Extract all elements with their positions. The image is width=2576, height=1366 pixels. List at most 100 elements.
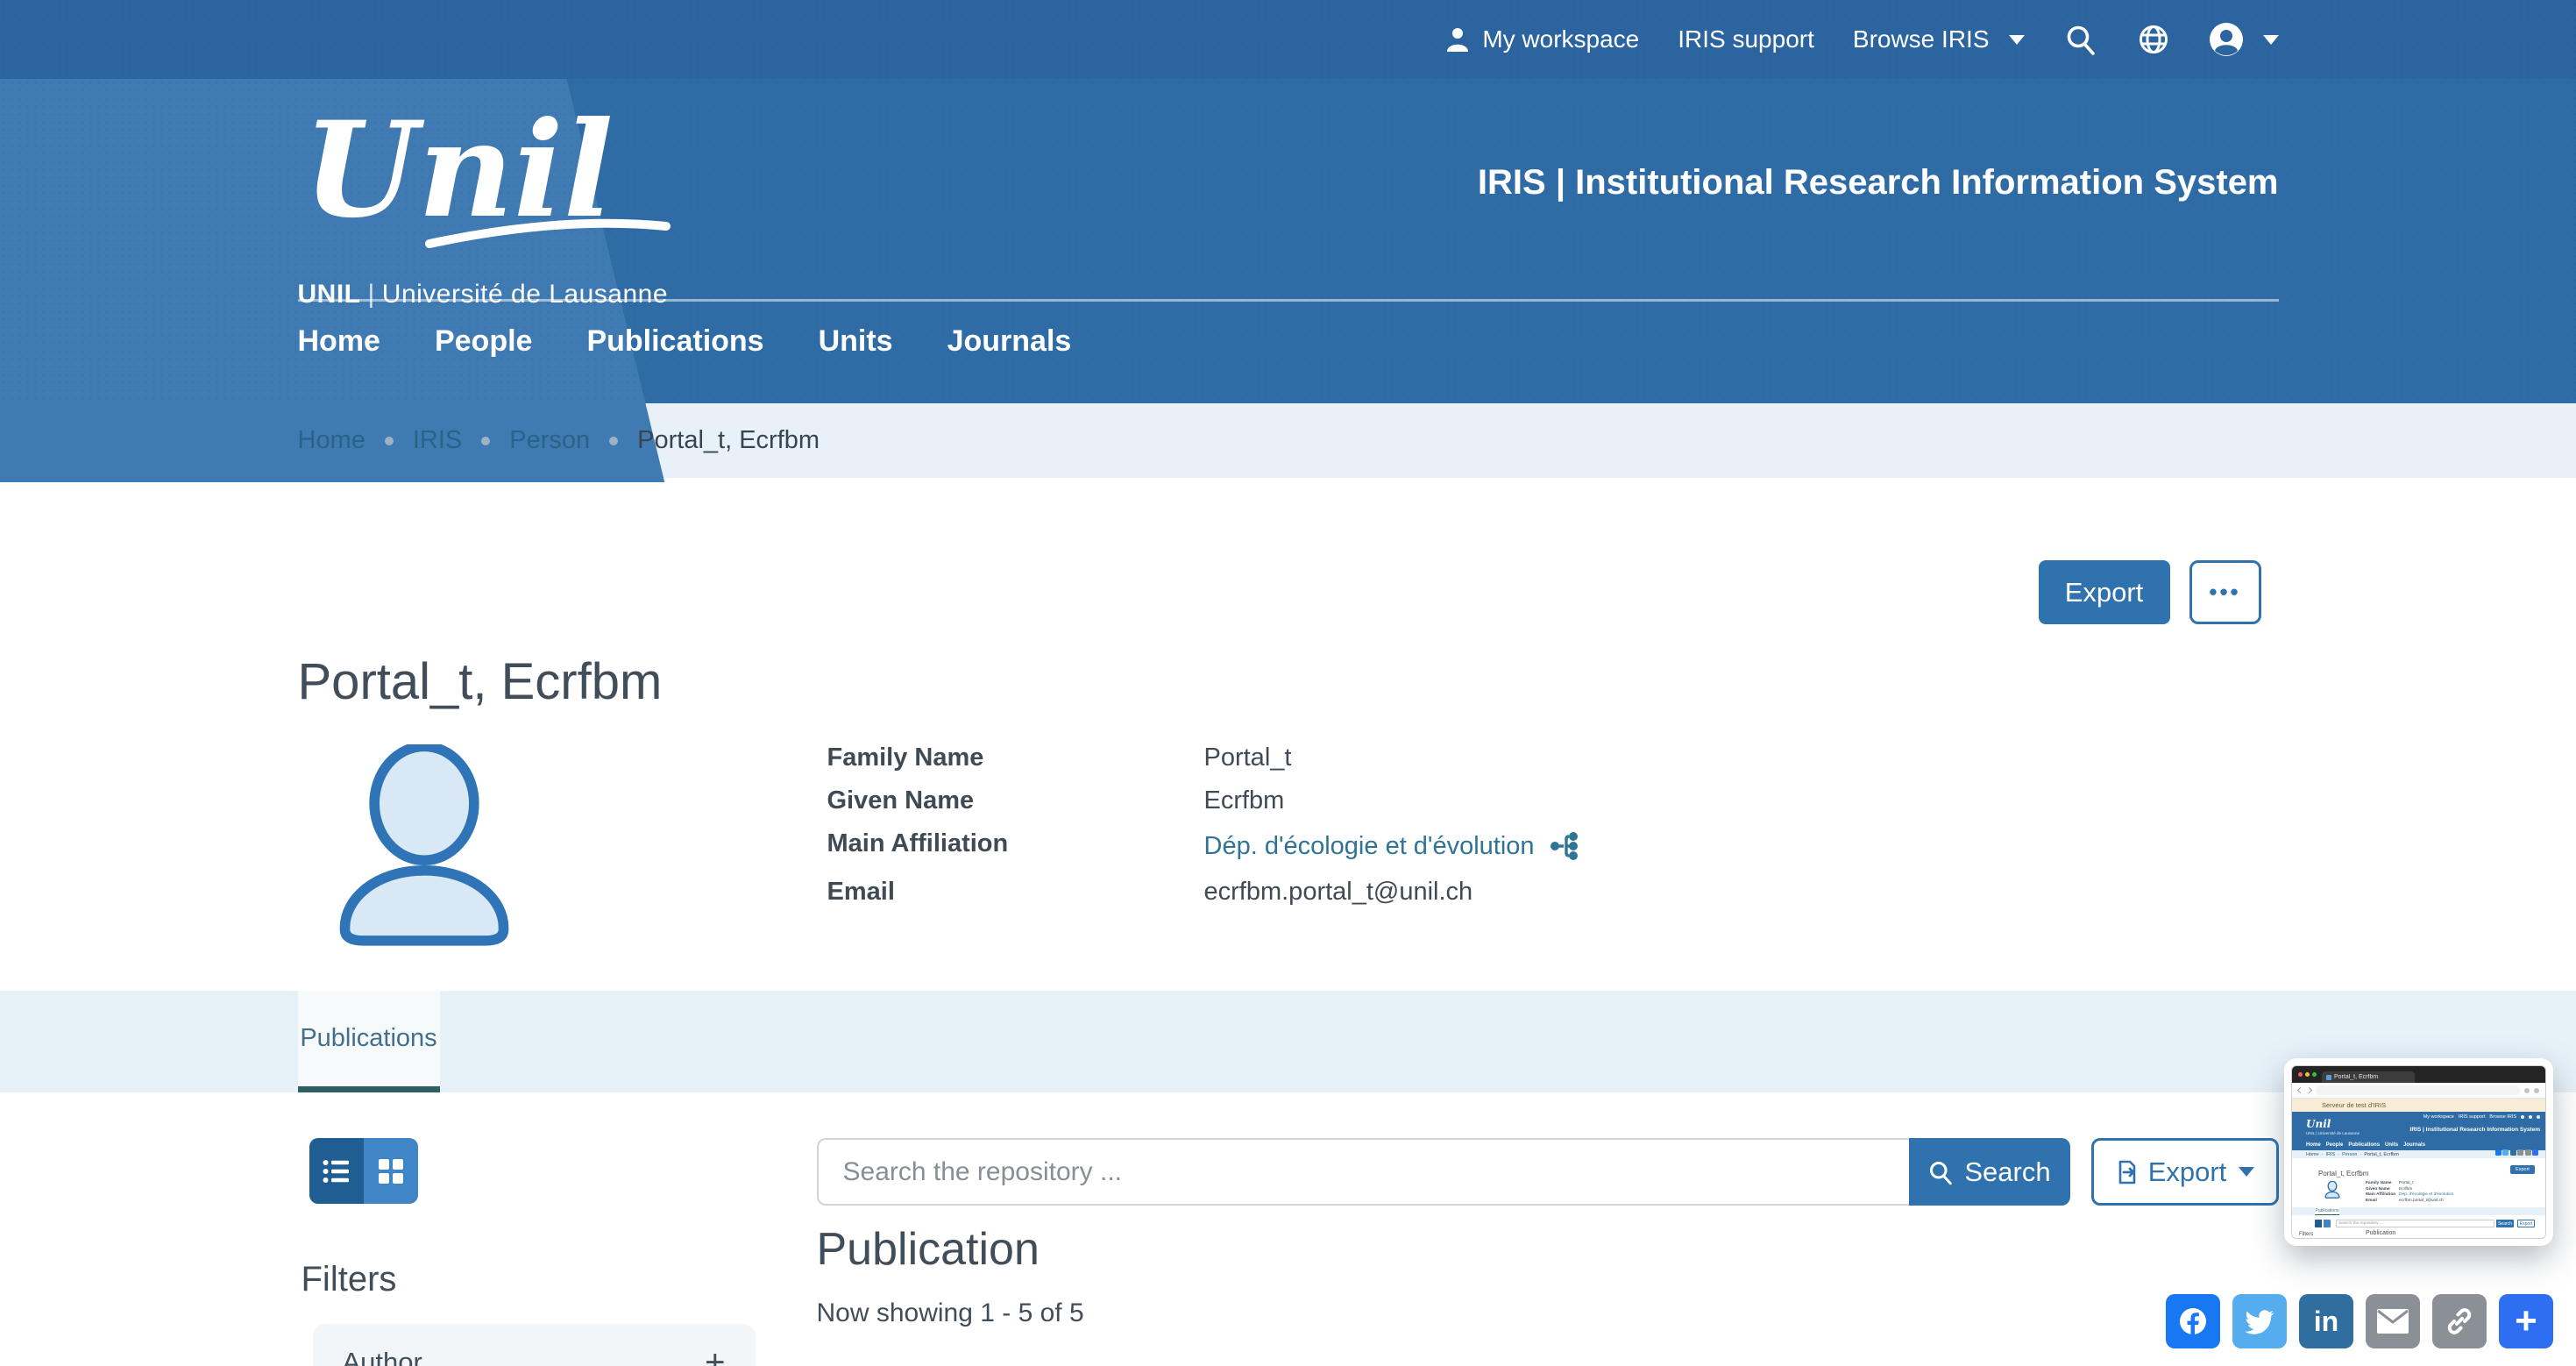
nav-item-units[interactable]: Units	[819, 324, 893, 359]
twitter-share-button[interactable]	[2232, 1294, 2287, 1348]
nav-item-home[interactable]: Home	[298, 324, 380, 359]
back-icon	[2297, 1087, 2303, 1093]
preview-url-bar	[2316, 1085, 2520, 1095]
main-navigation: Home People Publications Units Journals	[298, 324, 1072, 359]
export-button[interactable]: Export	[2039, 560, 2170, 624]
twitter-icon	[2242, 1304, 2277, 1339]
preview-filters: Filters	[2299, 1232, 2313, 1237]
filter-author-toggle[interactable]: Author +	[313, 1324, 756, 1366]
unil-logo-pipe: |	[361, 280, 382, 309]
page-title: Portal_t, Ecrfbm	[298, 652, 2279, 711]
person-avatar-icon	[323, 744, 526, 948]
site-title: IRIS | Institutional Research Informatio…	[1478, 163, 2279, 203]
field-label: Email	[827, 879, 1204, 905]
search-input[interactable]	[817, 1138, 1909, 1206]
list-view-button[interactable]	[309, 1138, 364, 1204]
filters-sidebar: Filters Author +	[298, 1138, 763, 1366]
nav-item-publications[interactable]: Publications	[586, 324, 763, 359]
search-icon	[2063, 22, 2098, 57]
profile-icon	[2534, 1088, 2539, 1093]
search-row: Search Export	[817, 1138, 2279, 1206]
copy-link-share-button[interactable]	[2432, 1294, 2487, 1348]
preview-logo: Unil	[2306, 1119, 2331, 1129]
export-file-icon	[2115, 1159, 2141, 1185]
search-button[interactable]: Search	[1909, 1138, 2070, 1206]
breadcrumb-separator	[481, 437, 490, 445]
filter-label: Author	[343, 1347, 422, 1366]
preview-toolbar	[2292, 1083, 2545, 1099]
link-icon	[2443, 1305, 2476, 1338]
header-divider	[298, 299, 2279, 302]
breadcrumb-home[interactable]: Home	[298, 426, 365, 455]
field-label: Main Affiliation	[827, 830, 1204, 862]
breadcrumb: Home IRIS Person Portal_t, Ecrfbm	[0, 403, 2576, 478]
language-button[interactable]	[2137, 23, 2170, 56]
unil-logo-subtitle: UNIL|Université de Lausanne	[298, 280, 719, 309]
unil-logo-name: UNIL	[298, 280, 361, 309]
share-buttons: in +	[2166, 1294, 2553, 1348]
breadcrumb-iris[interactable]: IRIS	[413, 426, 462, 455]
chevron-down-icon	[2263, 35, 2279, 45]
field-value-given-name: Ecrfbm	[1204, 787, 1580, 814]
breadcrumb-separator	[609, 437, 618, 445]
facebook-share-button[interactable]	[2166, 1294, 2220, 1348]
linkedin-icon: in	[2314, 1306, 2338, 1338]
preview-avatar	[2324, 1181, 2341, 1203]
preview-tabstrip: Publications	[2292, 1207, 2545, 1215]
tab-publications[interactable]: Publications	[298, 991, 440, 1092]
profile-actions: Export •••	[298, 478, 2279, 624]
grid-view-button[interactable]	[364, 1138, 418, 1204]
search-icon	[1927, 1159, 1954, 1185]
breadcrumb-person[interactable]: Person	[509, 426, 590, 455]
linkedin-share-button[interactable]: in	[2299, 1294, 2353, 1348]
preview-nav: HomePeoplePublicationsUnitsJournals	[2306, 1142, 2425, 1148]
export-dropdown-label: Export	[2148, 1156, 2227, 1188]
breadcrumb-current: Portal_t, Ecrfbm	[637, 426, 820, 455]
field-label: Given Name	[827, 787, 1204, 814]
user-circle-icon	[2209, 22, 2244, 57]
tab-label: Publications	[300, 1024, 436, 1053]
site-header: Unil UNIL|Université de Lausanne IRIS | …	[0, 79, 2576, 403]
preview-logo-subtitle: UNIL | Université de Lausanne	[2306, 1131, 2360, 1135]
email-share-button[interactable]	[2366, 1294, 2420, 1348]
preview-browser-window: Portal_t, Ecrfbm Serveur de test d'IRIS …	[2291, 1065, 2546, 1239]
topbar-item-my-workspace[interactable]: My workspace	[1444, 25, 1639, 53]
search-button-label: Search	[1964, 1156, 2050, 1188]
preview-titlebar: Portal_t, Ecrfbm	[2292, 1066, 2545, 1083]
traffic-light-icons	[2298, 1072, 2317, 1077]
grid-icon	[378, 1158, 404, 1185]
view-toggle	[309, 1138, 763, 1204]
more-options-button[interactable]: •••	[2189, 560, 2261, 624]
unil-logo[interactable]: Unil UNIL|Université de Lausanne	[298, 95, 719, 309]
nav-item-people[interactable]: People	[435, 324, 532, 359]
email-icon	[2376, 1308, 2409, 1334]
page-preview-thumbnail[interactable]: Portal_t, Ecrfbm Serveur de test d'IRIS …	[2284, 1058, 2553, 1246]
field-value-family-name: Portal_t	[1204, 744, 1580, 771]
preview-tab-title: Portal_t, Ecrfbm	[2334, 1074, 2378, 1080]
preview-site-title: IRIS | Institutional Research Informatio…	[2410, 1127, 2540, 1133]
org-hierarchy-icon	[1549, 830, 1580, 862]
profile-section: Export ••• Portal_t, Ecrfbm Family Name …	[0, 478, 2576, 991]
results-heading: Publication	[817, 1223, 2279, 1276]
plus-icon: +	[705, 1349, 725, 1366]
search-toggle-button[interactable]	[2063, 22, 2098, 57]
nav-item-journals[interactable]: Journals	[947, 324, 1072, 359]
unil-logo-script-icon: Unil	[298, 95, 719, 270]
ellipsis-icon: •••	[2209, 579, 2240, 606]
more-share-button[interactable]: +	[2499, 1294, 2553, 1348]
favicon	[2326, 1075, 2331, 1080]
topbar-item-iris-support[interactable]: IRIS support	[1678, 25, 1814, 53]
topbar: My workspace IRIS support Browse IRIS	[0, 0, 2576, 79]
export-dropdown-button[interactable]: Export	[2091, 1138, 2279, 1206]
topbar-item-browse-iris[interactable]: Browse IRIS	[1853, 25, 2025, 53]
tab-strip: Publications	[0, 991, 2576, 1092]
profile-menu-button[interactable]	[2209, 22, 2279, 57]
bookmark-icon	[2524, 1088, 2530, 1093]
preview-header: My workspace IRIS support Browse IRIS Un…	[2292, 1112, 2545, 1150]
field-label: Family Name	[827, 744, 1204, 771]
preview-topbar: My workspace IRIS support Browse IRIS	[2423, 1114, 2540, 1120]
preview-publication-heading: Publication	[2366, 1230, 2395, 1236]
preview-search-row: Search the repository ... Search Export	[2315, 1220, 2535, 1227]
avatar	[323, 744, 526, 952]
affiliation-link[interactable]: Dép. d'écologie et d'évolution	[1204, 833, 1535, 859]
